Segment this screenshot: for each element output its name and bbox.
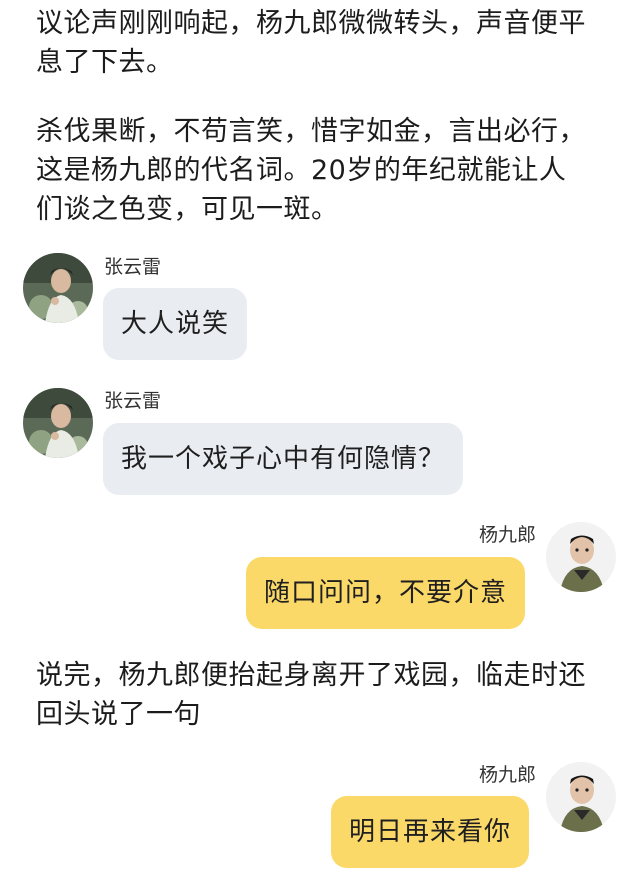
yang-jiulang-avatar-icon[interactable]: [546, 522, 616, 592]
message-bubble[interactable]: 我一个戏子心中有何隐情？: [103, 423, 464, 495]
narration-line: 杀伐果断，不苟言笑，惜字如金，言出必行，: [36, 116, 586, 147]
zhang-yunlei-avatar-icon[interactable]: [23, 253, 93, 323]
narration-line: 们谈之色变，可见一斑。: [36, 194, 339, 225]
yang-jiulang-avatar-icon[interactable]: [546, 762, 616, 832]
narration-paragraph-3: 说完，杨九郎便抬起身离开了戏园，临走时还 回头说了一句: [36, 656, 616, 734]
sender-name: 张云雷: [104, 256, 162, 278]
narration-line: 说完，杨九郎便抬起身离开了戏园，临走时还: [36, 660, 586, 691]
message-bubble[interactable]: 大人说笑: [103, 288, 248, 360]
message-bubble[interactable]: 随口问问，不要介意: [246, 557, 526, 629]
narration-paragraph-1: 议论声刚刚响起，杨九郎微微转头，声音便平 息了下去。: [36, 4, 616, 82]
narration-line: 息了下去。: [36, 47, 174, 78]
narration-line: 回头说了一句: [36, 699, 201, 730]
narration-paragraph-2: 杀伐果断，不苟言笑，惜字如金，言出必行， 这是杨九郎的代名词。20岁的年纪就能让…: [36, 112, 616, 229]
narration-line: 这是杨九郎的代名词。20岁的年纪就能让人: [36, 155, 567, 186]
zhang-yunlei-avatar-icon[interactable]: [23, 388, 93, 458]
narration-line: 议论声刚刚响起，杨九郎微微转头，声音便平: [36, 8, 586, 39]
sender-name: 杨九郎: [478, 524, 536, 546]
sender-name: 张云雷: [104, 390, 162, 412]
message-bubble[interactable]: 明日再来看你: [331, 796, 530, 868]
sender-name: 杨九郎: [478, 764, 536, 786]
